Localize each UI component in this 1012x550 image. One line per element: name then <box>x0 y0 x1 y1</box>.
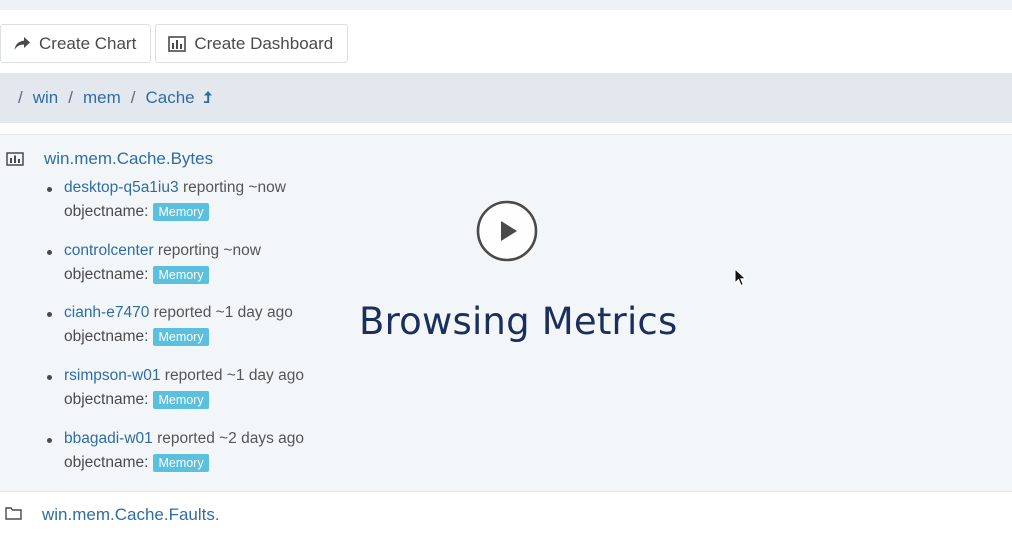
metric-folder-row[interactable]: win.mem.Cache.Faults. <box>5 505 220 525</box>
top-strip <box>0 0 1012 10</box>
breadcrumb-separator: / <box>18 88 23 107</box>
create-chart-button[interactable]: Create Chart <box>0 24 152 63</box>
host-name-link[interactable]: rsimpson-w01 <box>64 367 160 384</box>
play-button[interactable] <box>476 200 538 262</box>
video-title: Browsing Metrics <box>359 300 678 343</box>
host-status: reported ~2 days ago <box>157 429 305 447</box>
objectname-label: objectname: <box>64 203 149 220</box>
list-item: cianh-e7470 reported ~1 day ago objectna… <box>46 302 304 365</box>
share-arrow-icon <box>13 36 31 52</box>
list-item: bbagadi-w01 reported ~2 days ago objectn… <box>46 428 304 491</box>
metric-name-link[interactable]: win.mem.Cache.Bytes <box>44 149 213 169</box>
breadcrumb-item-win[interactable]: win <box>33 88 59 108</box>
mouse-cursor-icon <box>734 267 748 288</box>
breadcrumb-separator: / <box>130 88 136 107</box>
memory-tag[interactable]: Memory <box>153 265 209 284</box>
list-item: rsimpson-w01 reported ~1 day ago objectn… <box>46 365 304 428</box>
list-item: controlcenter reporting ~now objectname:… <box>46 240 304 303</box>
bar-chart-icon <box>6 152 24 166</box>
breadcrumb-item-cache[interactable]: Cache <box>146 88 195 108</box>
host-name-link[interactable]: cianh-e7470 <box>64 304 149 321</box>
bar-chart-icon <box>168 35 187 52</box>
objectname-label: objectname: <box>64 453 149 471</box>
breadcrumb-separator: / <box>68 88 73 107</box>
breadcrumb: / win / mem / Cache <box>0 73 1012 123</box>
memory-tag[interactable]: Memory <box>153 328 209 347</box>
metric-header: win.mem.Cache.Bytes <box>6 149 213 169</box>
host-status: reported ~1 day ago <box>153 304 293 322</box>
host-status: reporting ~now <box>182 179 286 196</box>
objectname-label: objectname: <box>64 328 149 346</box>
memory-tag[interactable]: Memory <box>153 391 209 410</box>
host-list: desktop-q5a1iu3 reporting ~now objectnam… <box>46 177 304 490</box>
play-icon <box>476 200 538 266</box>
toolbar: Create Chart Create Dashboard <box>0 24 349 64</box>
memory-tag[interactable]: Memory <box>153 203 209 221</box>
host-name-link[interactable]: controlcenter <box>64 242 154 259</box>
host-status: reported ~1 day ago <box>164 367 304 385</box>
host-name-link[interactable]: bbagadi-w01 <box>64 430 153 447</box>
folder-name-link[interactable]: win.mem.Cache.Faults. <box>42 505 220 525</box>
create-dashboard-label: Create Dashboard <box>194 33 334 53</box>
level-up-icon[interactable] <box>203 90 213 106</box>
host-name-link[interactable]: desktop-q5a1iu3 <box>64 179 179 196</box>
memory-tag[interactable]: Memory <box>153 453 209 472</box>
host-status: reporting ~now <box>157 241 261 259</box>
list-item: desktop-q5a1iu3 reporting ~now objectnam… <box>46 177 304 240</box>
objectname-label: objectname: <box>64 265 149 283</box>
folder-icon <box>5 506 42 525</box>
create-chart-label: Create Chart <box>39 33 137 53</box>
objectname-label: objectname: <box>64 391 149 409</box>
breadcrumb-item-mem[interactable]: mem <box>83 88 121 108</box>
create-dashboard-button[interactable]: Create Dashboard <box>155 24 349 63</box>
